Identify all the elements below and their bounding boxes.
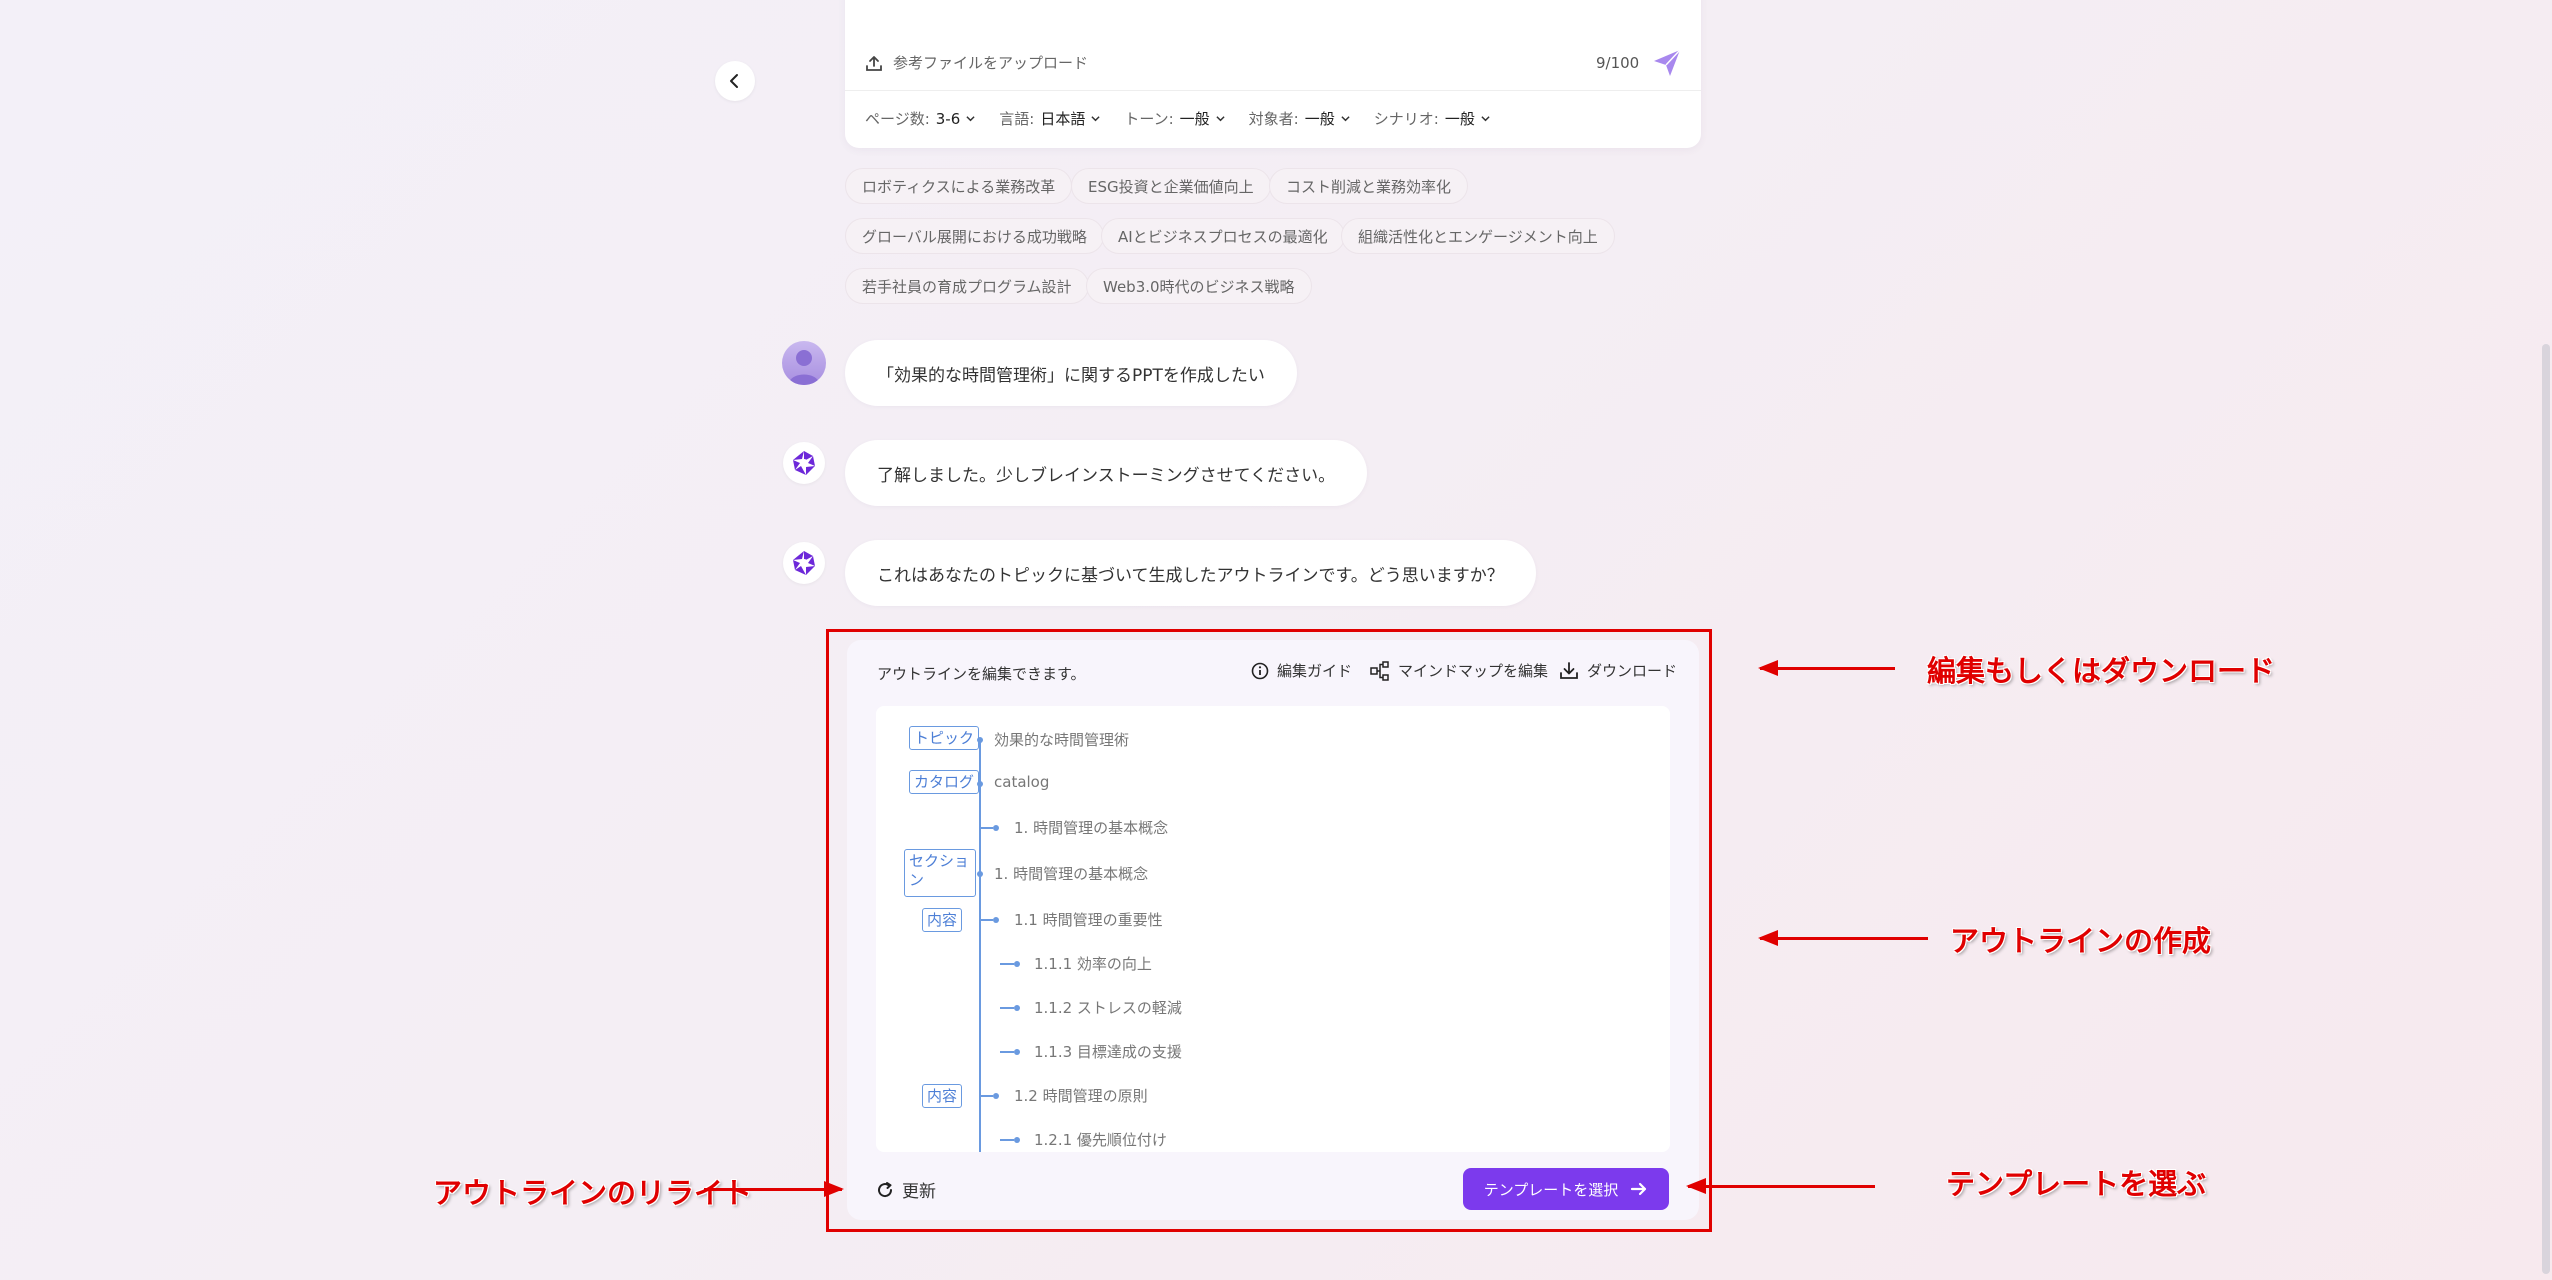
option-value: 一般 [1179,110,1210,128]
upload-icon [866,55,882,71]
annotation-highlight-box [826,629,1712,1232]
chevron-down-icon [1341,116,1350,122]
suggestion-chip[interactable]: グローバル展開における成功戦略 [845,218,1104,254]
send-icon [1654,49,1681,76]
option-pages[interactable]: ページ数: 3-6 [865,108,975,129]
chevron-down-icon [1216,116,1225,122]
suggestion-chip[interactable]: AIとビジネスプロセスの最適化 [1101,218,1345,254]
option-scenario[interactable]: シナリオ: 一般 [1374,108,1490,129]
option-language[interactable]: 言語: 日本語 [999,108,1100,129]
assistant-logo-icon [793,551,815,575]
assistant-avatar [783,542,825,584]
annotation-choose-template: テンプレートを選ぶ [1946,1167,2207,1201]
assistant-message-bubble: これはあなたのトピックに基づいて生成したアウトラインです。どう思いますか？ [845,540,1536,606]
chevron-down-icon [1091,116,1100,122]
option-label: ページ数: [865,110,930,128]
user-avatar [782,341,826,385]
option-value: 日本語 [1040,110,1086,128]
suggestion-chip[interactable]: ロボティクスによる業務改革 [845,168,1073,204]
annotation-arrow [1686,1178,1875,1194]
input-divider [845,90,1701,91]
annotation-arrow [1758,660,1895,676]
upload-label: 参考ファイルをアップロード [893,54,1089,72]
assistant-message-bubble: 了解しました。少しブレインストーミングさせてください。 [845,440,1368,506]
page-scrollbar[interactable] [2542,344,2550,1274]
assistant-avatar [783,442,825,484]
suggestion-chip[interactable]: Web3.0時代のビジネス戦略 [1086,268,1312,304]
annotation-create-outline: アウトラインの作成 [1950,924,2212,958]
option-value: 一般 [1304,110,1335,128]
chevron-left-icon [730,74,738,88]
option-value: 3-6 [935,109,961,128]
user-icon [788,350,820,385]
upload-reference-button[interactable]: 参考ファイルをアップロード [865,52,1088,73]
char-counter: 9/100 [1596,54,1640,72]
annotation-arrow [1758,930,1928,946]
option-value: 一般 [1444,110,1475,128]
annotation-edit-download: 編集もしくはダウンロード [1927,654,2276,688]
option-label: シナリオ: [1373,110,1439,128]
back-button[interactable] [715,61,755,101]
send-button[interactable] [1650,46,1684,80]
user-message-bubble: 「効果的な時間管理術」に関するPPTを作成したい [845,340,1297,406]
option-label: トーン: [1124,110,1174,128]
options-row: ページ数: 3-6 言語: 日本語 トーン: 一般 対象者: 一般 シナリオ: … [865,108,1490,129]
suggestion-chip[interactable]: 組織活性化とエンゲージメント向上 [1341,218,1615,254]
option-audience[interactable]: 対象者: 一般 [1249,108,1350,129]
suggestion-chip[interactable]: コスト削減と業務効率化 [1269,168,1469,204]
option-tone[interactable]: トーン: 一般 [1124,108,1225,129]
chevron-down-icon [1481,116,1490,122]
option-label: 対象者: [1248,110,1299,128]
assistant-logo-icon [793,451,815,475]
option-label: 言語: [999,110,1035,128]
annotation-arrow [704,1181,844,1197]
chevron-down-icon [966,116,975,122]
suggestion-chip[interactable]: ESG投資と企業価値向上 [1071,168,1271,204]
annotation-rewrite-outline: アウトラインのリライト [433,1176,753,1210]
suggestion-chip[interactable]: 若手社員の育成プログラム設計 [845,268,1089,304]
